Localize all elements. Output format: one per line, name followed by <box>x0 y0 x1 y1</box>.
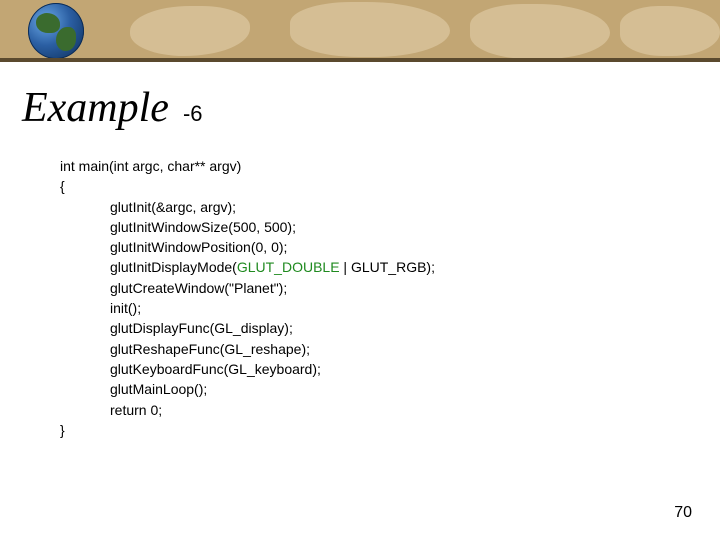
code-line: glutMainLoop(); <box>60 379 720 399</box>
code-line: init(); <box>60 298 720 318</box>
code-line: glutInitWindowSize(500, 500); <box>60 217 720 237</box>
map-decoration <box>470 4 610 59</box>
code-line: int main(int argc, char** argv) <box>60 156 720 176</box>
globe-icon <box>28 3 84 59</box>
code-line: return 0; <box>60 400 720 420</box>
code-line: glutDisplayFunc(GL_display); <box>60 318 720 338</box>
code-highlight: GLUT_DOUBLE <box>237 259 340 275</box>
code-text: | GLUT_RGB); <box>340 259 435 275</box>
banner <box>0 0 720 62</box>
code-line: glutKeyboardFunc(GL_keyboard); <box>60 359 720 379</box>
code-line: glutReshapeFunc(GL_reshape); <box>60 339 720 359</box>
code-line: glutInitWindowPosition(0, 0); <box>60 237 720 257</box>
page-number: 70 <box>674 504 692 522</box>
code-line: glutInit(&argc, argv); <box>60 197 720 217</box>
code-line: } <box>60 420 720 440</box>
code-line: glutInitDisplayMode(GLUT_DOUBLE | GLUT_R… <box>60 257 720 277</box>
code-line: { <box>60 176 720 196</box>
code-line: glutCreateWindow("Planet"); <box>60 278 720 298</box>
map-decoration <box>290 2 450 57</box>
slide-title: Example <box>22 84 169 132</box>
map-decoration <box>130 6 250 56</box>
slide-title-row: Example -6 <box>0 62 720 132</box>
code-block: int main(int argc, char** argv) { glutIn… <box>60 156 720 440</box>
code-text: glutInitDisplayMode( <box>110 259 237 275</box>
slide-title-suffix: -6 <box>183 101 203 127</box>
map-decoration <box>620 6 720 56</box>
